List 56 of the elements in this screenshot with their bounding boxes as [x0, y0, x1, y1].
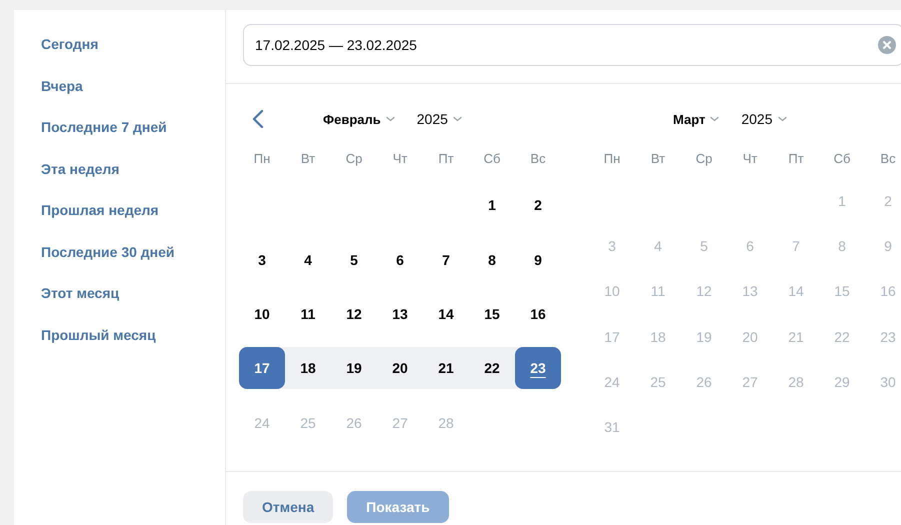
preset-link[interactable]: Вчера — [41, 78, 83, 119]
weekday-label: Пн — [254, 150, 270, 166]
caret-icon — [386, 116, 395, 122]
preset-link[interactable]: Эта неделя — [41, 160, 120, 202]
calendar-day[interactable]: 16 — [515, 292, 561, 335]
calendar-day[interactable]: 10 — [239, 292, 285, 335]
calendar-day[interactable]: 4 — [285, 238, 331, 281]
calendar-day[interactable]: 18 — [285, 347, 331, 390]
calendar-day[interactable]: 23 — [515, 347, 561, 390]
previous-month-button[interactable] — [251, 109, 265, 129]
calendar-day[interactable]: 2 — [515, 184, 561, 226]
calendar-day[interactable]: 13 — [377, 292, 423, 335]
weekday-label: Вт — [300, 150, 316, 166]
weekday-label: Пн — [604, 150, 620, 166]
caret-icon — [778, 116, 787, 122]
calendar-day[interactable]: 17 — [239, 347, 285, 390]
calendar-day[interactable]: 14 — [423, 292, 469, 335]
calendar-day[interactable]: 6 — [377, 238, 423, 281]
preset-link[interactable]: Прошлая неделя — [41, 202, 159, 244]
calendar-day[interactable]: 22 — [469, 347, 515, 390]
month-dropdown[interactable]: Март — [673, 112, 720, 126]
caret-icon — [452, 116, 462, 122]
month-dropdown[interactable]: Февраль — [323, 112, 395, 126]
weekday-label: Пт — [788, 150, 804, 166]
calendar-day[interactable]: 19 — [331, 347, 377, 390]
weekday-label: Сб — [484, 150, 500, 166]
cancel-button[interactable]: Отмена — [243, 491, 334, 523]
calendar-day[interactable]: 20 — [377, 347, 423, 390]
weekday-label: Вс — [530, 150, 546, 166]
weekday-label: Ср — [696, 150, 712, 166]
weekday-label: Пт — [438, 150, 454, 166]
calendar-day[interactable]: 12 — [331, 292, 377, 335]
preset-link[interactable]: Сегодня — [41, 36, 98, 78]
calendar-day[interactable]: 8 — [469, 238, 515, 281]
year-dropdown[interactable]: 2025 — [416, 111, 462, 127]
calendar-day[interactable]: 11 — [285, 292, 331, 335]
calendar-day[interactable]: 21 — [423, 347, 469, 390]
weekday-label: Ср — [346, 150, 362, 166]
calendar-day[interactable]: 15 — [469, 292, 515, 335]
year-dropdown[interactable]: 2025 — [741, 111, 787, 127]
calendar-day[interactable]: 9 — [515, 238, 561, 281]
weekday-label: Сб — [834, 150, 850, 166]
weekday-label: Чт — [392, 150, 408, 166]
calendar-day[interactable]: 1 — [469, 184, 515, 226]
calendar-day[interactable]: 5 — [331, 238, 377, 281]
preset-link[interactable]: Прошлый месяц — [41, 326, 156, 368]
preset-link[interactable]: Последние 30 дней — [41, 244, 175, 285]
calendar-day[interactable]: 3 — [239, 238, 285, 281]
calendar-day[interactable]: 7 — [423, 238, 469, 281]
weekday-label: Вт — [650, 150, 666, 166]
preset-link[interactable]: Этот месяц — [41, 285, 120, 326]
caret-icon — [710, 116, 720, 122]
weekday-label: Вс — [880, 150, 896, 166]
weekday-label: Чт — [742, 150, 758, 166]
date-range-field[interactable]: 17.02.2025 — 23.02.2025 — [243, 24, 901, 66]
preset-link[interactable]: Последние 7 дней — [41, 119, 167, 160]
